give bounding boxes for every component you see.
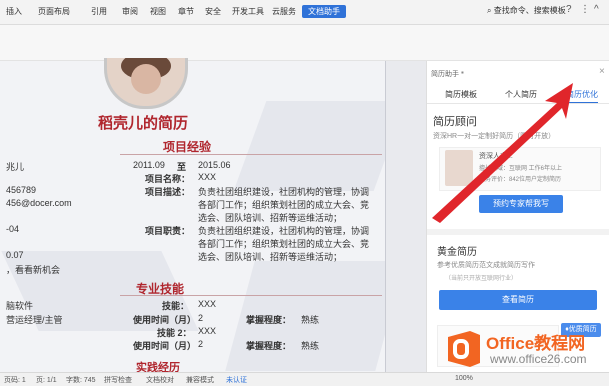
gold-subtitle: 参考优质简历范文成就简历写作 bbox=[437, 262, 535, 269]
status-page: 页码: 1 bbox=[4, 377, 26, 384]
tab-chapter[interactable]: 章节 bbox=[178, 6, 194, 17]
gold-note: （当前只开放互联网行业） bbox=[445, 276, 518, 282]
panel-title: 简历助手 bbox=[431, 71, 459, 78]
watermark-brand: Office教程网 bbox=[486, 334, 586, 353]
tab-insert[interactable]: 插入 bbox=[6, 6, 22, 17]
skill-level-value: 熟练 bbox=[301, 315, 320, 325]
tab-developer[interactable]: 开发工具 bbox=[232, 6, 264, 17]
section-experience: 项目经验 bbox=[163, 140, 212, 154]
exp-name-label: 项目名称： bbox=[145, 174, 191, 184]
skill2-label: 技能 2： bbox=[157, 328, 192, 338]
exp-start-date: 2011.09 bbox=[133, 160, 165, 170]
status-pages: 页: 1/1 bbox=[36, 377, 57, 384]
compat-mode: 兼容模式 bbox=[186, 377, 214, 384]
left-email: 456@docer.com bbox=[6, 198, 72, 208]
tab-page-layout[interactable]: 页面布局 bbox=[38, 6, 70, 17]
left-birth: -04 bbox=[6, 224, 20, 234]
status-words: 字数: 745 bbox=[66, 377, 96, 384]
skill-time-value: 2 bbox=[198, 313, 204, 323]
skill2-level-value: 熟练 bbox=[301, 341, 320, 351]
left-status: ，看看新机会 bbox=[6, 265, 61, 275]
gold-heading: 黄金简历 bbox=[437, 247, 477, 258]
more-menu-button[interactable]: ⋮ bbox=[580, 4, 590, 15]
office-logo-icon bbox=[448, 331, 480, 367]
tab-security[interactable]: 安全 bbox=[205, 6, 221, 17]
exp-duty-line: 各部门工作；组织策划社团的成立大会、竞 bbox=[198, 239, 370, 249]
advisor-field: 擅长领域：互联网 工作6年以上 bbox=[479, 166, 563, 172]
skill2-time-value: 2 bbox=[198, 339, 204, 349]
advisor-avatar bbox=[445, 150, 473, 186]
watermark-url: www.office26.com bbox=[490, 352, 587, 366]
exp-desc-line: 选会、团队培训、招新等运维活动； bbox=[198, 213, 343, 223]
close-panel-button[interactable]: × bbox=[599, 66, 605, 77]
tab-resume-templates[interactable]: 简历模板 bbox=[445, 89, 477, 100]
toolbar-area bbox=[0, 25, 609, 61]
exp-name-value: XXX bbox=[198, 172, 217, 182]
doc-proofread-button[interactable]: 文档校对 bbox=[146, 375, 174, 385]
exp-duty-line: 负责社团组织建设，社团机构的管理，协调 bbox=[198, 226, 370, 236]
skill2-value: XXX bbox=[198, 326, 217, 336]
exp-desc-line: 负责社团组织建设，社团机构的管理，协调 bbox=[198, 187, 370, 197]
skill2-level-label: 掌握程度： bbox=[246, 341, 292, 351]
left-position: 营运经理/主管 bbox=[6, 315, 63, 325]
tab-references[interactable]: 引用 bbox=[91, 6, 107, 17]
tab-doc-assistant[interactable]: 文档助手 bbox=[302, 5, 346, 18]
cert-status[interactable]: 未认证 bbox=[226, 375, 247, 385]
exp-duty-line: 选会、团队培训、招新等运维活动； bbox=[198, 252, 343, 262]
left-name: 兆儿 bbox=[6, 162, 25, 172]
tab-personal-resume[interactable]: 个人简历 bbox=[505, 89, 537, 100]
advisor-name: 资深人力... bbox=[479, 153, 513, 160]
left-date: 0.07 bbox=[6, 250, 24, 260]
exp-end-date: 2015.06 bbox=[198, 160, 231, 170]
advisor-rating: 服务评价：842位用户定制简历 bbox=[479, 177, 562, 183]
skill-value: XXX bbox=[198, 299, 217, 309]
collapse-ribbon-button[interactable]: ^ bbox=[594, 4, 599, 15]
tab-review[interactable]: 审阅 bbox=[122, 6, 138, 17]
exp-duty-label: 项目职责： bbox=[145, 226, 191, 236]
zoom-level[interactable]: 100% bbox=[455, 375, 473, 382]
watermark: Office教程网 www.office26.com bbox=[444, 326, 609, 372]
tab-resume-optimize[interactable]: 简历优化 bbox=[566, 89, 598, 104]
exp-desc-line: 各部门工作；组织策划社团的成立大会、竞 bbox=[198, 200, 370, 210]
left-software: 脑软件 bbox=[6, 301, 34, 311]
tab-cloud[interactable]: 云服务 bbox=[272, 6, 296, 17]
advisor-subtitle: 资深HR一对一定制好简历（限时开放） bbox=[433, 133, 556, 140]
advisor-card: 简历顾问 资深HR一对一定制好简历（限时开放） 资深人力... 擅长领域：互联网… bbox=[433, 109, 603, 224]
spell-check-toggle[interactable]: 拼写检查 bbox=[104, 375, 132, 385]
left-phone: 456789 bbox=[6, 185, 37, 195]
status-bar: 页码: 1 页: 1/1 字数: 745 拼写检查 文档校对 兼容模式 未认证 … bbox=[0, 372, 609, 386]
command-search-label: 查找命令、搜索模板 bbox=[493, 6, 566, 15]
help-button[interactable]: ? bbox=[566, 4, 572, 15]
skill-level-label: 掌握程度： bbox=[246, 315, 292, 325]
view-resume-button[interactable]: 查看简历 bbox=[439, 290, 597, 310]
resume-title: 稻壳儿的简历 bbox=[98, 115, 189, 132]
ribbon-tabs: 插入 页面布局 引用 审阅 视图 章节 安全 开发工具 云服务 文档助手 ⌕ 查… bbox=[0, 0, 609, 25]
search-icon: ⌕ bbox=[487, 6, 492, 15]
skill2-time-label: 使用时间（月） bbox=[133, 341, 197, 351]
skill-time-label: 使用时间（月） bbox=[133, 315, 197, 325]
advisor-heading: 简历顾问 bbox=[433, 116, 477, 128]
skill-label: 技能： bbox=[162, 301, 190, 311]
book-expert-button[interactable]: 预约专家帮我写 bbox=[479, 195, 563, 213]
exp-desc-label: 项目描述： bbox=[145, 187, 191, 197]
chat-icon: ▪ bbox=[461, 68, 464, 77]
command-search[interactable]: ⌕ 查找命令、搜索模板 bbox=[487, 5, 566, 16]
tab-view[interactable]: 视图 bbox=[150, 6, 166, 17]
